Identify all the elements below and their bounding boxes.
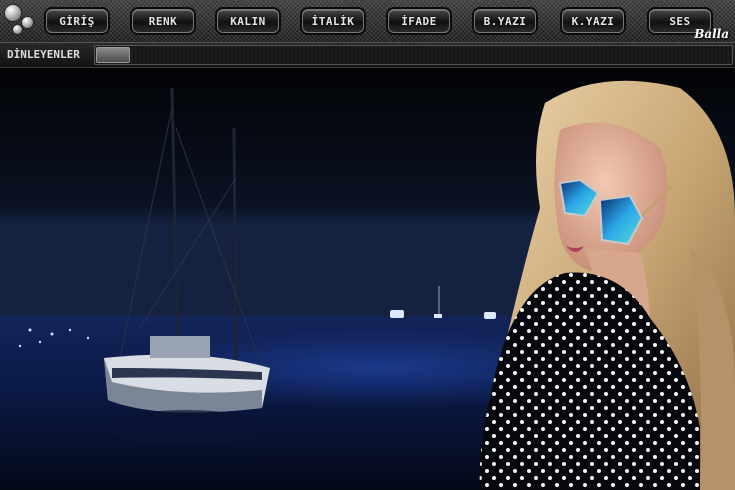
italik-button[interactable]: İTALİK	[302, 9, 364, 33]
listeners-scroll-thumb[interactable]	[96, 47, 130, 63]
listeners-label[interactable]: DİNLEYENLER	[7, 48, 80, 61]
ifade-button[interactable]: İFADE	[388, 9, 450, 33]
window-dots-icon	[3, 3, 37, 37]
renk-button[interactable]: RENK	[132, 9, 194, 33]
giris-button[interactable]: GİRİŞ	[46, 9, 108, 33]
brand-signature: Balla	[694, 27, 729, 41]
listeners-scrollbar[interactable]	[94, 45, 733, 65]
top-toolbar: GİRİŞ RENK KALIN İTALİK İFADE B.YAZI K.Y…	[0, 0, 735, 43]
k-yazi-button[interactable]: K.YAZI	[562, 9, 624, 33]
listeners-bar: DİNLEYENLER	[0, 43, 735, 68]
background-image	[0, 68, 735, 490]
kalin-button[interactable]: KALIN	[217, 9, 279, 33]
b-yazi-button[interactable]: B.YAZI	[474, 9, 536, 33]
